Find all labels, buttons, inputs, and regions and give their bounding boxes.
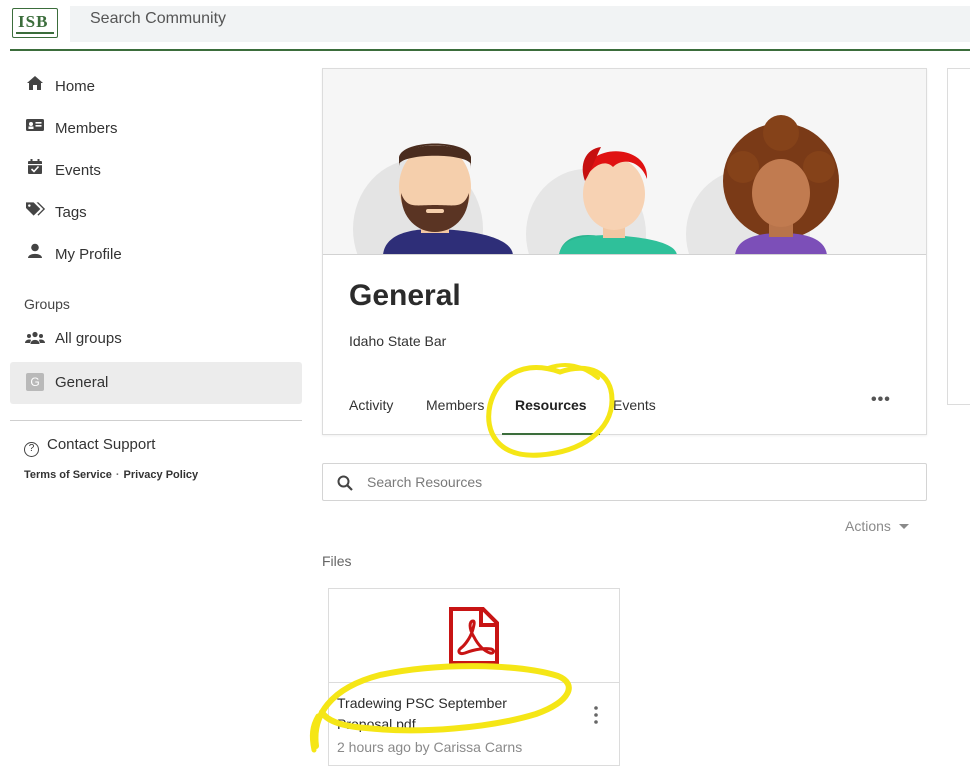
actions-dropdown[interactable]: Actions	[845, 518, 909, 534]
privacy-link[interactable]: Privacy Policy	[124, 469, 199, 481]
question-icon: ?	[24, 442, 39, 457]
legal-links: Terms of Service · Privacy Policy	[24, 469, 198, 481]
users-icon	[25, 331, 45, 344]
kebab-menu-icon[interactable]	[589, 705, 603, 725]
sidebar-item-events[interactable]: Events	[10, 146, 302, 188]
caret-down-icon	[898, 524, 909, 529]
actions-label: Actions	[845, 518, 891, 534]
header-divider	[10, 49, 970, 51]
contact-support-label: Contact Support	[47, 436, 156, 453]
community-search-bar[interactable]: Search Community	[70, 6, 970, 42]
sidebar-item-tags[interactable]: Tags	[10, 188, 302, 230]
pdf-file-icon	[449, 607, 499, 665]
id-card-icon	[26, 119, 44, 131]
tab-activity[interactable]: Activity	[349, 397, 393, 413]
sidebar-item-home[interactable]: Home	[10, 62, 302, 104]
community-search-label: Search Community	[90, 10, 227, 27]
people-illustration	[353, 115, 839, 254]
top-bar: ISB Search Community	[0, 0, 970, 51]
tab-resources[interactable]: Resources	[515, 397, 587, 413]
calendar-icon	[28, 159, 42, 174]
user-icon	[28, 243, 42, 258]
more-options-button[interactable]: •••	[871, 391, 891, 409]
sidebar-item-label: Tags	[55, 204, 87, 221]
group-badge: G	[26, 373, 44, 391]
sidebar-item-label: Home	[55, 78, 96, 95]
group-organization: Idaho State Bar	[349, 333, 447, 349]
sidebar: Home Members Events Tags My Profile Grou…	[10, 62, 302, 481]
logo-text: ISB	[18, 12, 49, 31]
isb-logo[interactable]: ISB	[12, 8, 58, 38]
legal-separator: ·	[115, 469, 120, 481]
right-panel-card	[947, 68, 970, 405]
tab-members[interactable]: Members	[426, 397, 484, 413]
logo-underline	[16, 32, 54, 34]
groups-heading: Groups	[24, 296, 70, 312]
group-banner-image	[323, 69, 926, 255]
files-heading: Files	[322, 553, 352, 569]
tab-events[interactable]: Events	[613, 397, 656, 413]
file-name[interactable]: Tradewing PSC September Proposal.pdf	[337, 693, 577, 735]
file-card[interactable]: Tradewing PSC September Proposal.pdf 2 h…	[328, 588, 620, 766]
sidebar-item-label: General	[55, 374, 109, 391]
file-meta: 2 hours ago by Carissa Carns	[337, 739, 523, 755]
tags-icon	[26, 202, 46, 216]
search-resources-input[interactable]	[367, 471, 867, 493]
sidebar-item-my-profile[interactable]: My Profile	[10, 230, 302, 272]
contact-support-link[interactable]: ? Contact Support	[24, 436, 155, 457]
home-icon	[27, 76, 43, 90]
sidebar-item-general-group[interactable]: G General	[10, 362, 302, 404]
file-thumbnail[interactable]	[329, 589, 619, 683]
sidebar-item-label: Events	[55, 162, 101, 179]
active-tab-indicator	[502, 433, 600, 435]
sidebar-item-label: My Profile	[55, 246, 122, 263]
terms-link[interactable]: Terms of Service	[24, 469, 112, 481]
group-title: General	[349, 279, 461, 312]
sidebar-item-all-groups[interactable]: All groups	[10, 318, 302, 360]
sidebar-item-members[interactable]: Members	[10, 104, 302, 146]
search-icon	[337, 475, 353, 491]
sidebar-item-label: Members	[55, 120, 118, 137]
sidebar-item-label: All groups	[55, 330, 122, 347]
group-card: General Idaho State Bar Activity Members…	[322, 68, 927, 435]
resources-search-box	[322, 463, 927, 501]
sidebar-divider	[10, 420, 302, 421]
